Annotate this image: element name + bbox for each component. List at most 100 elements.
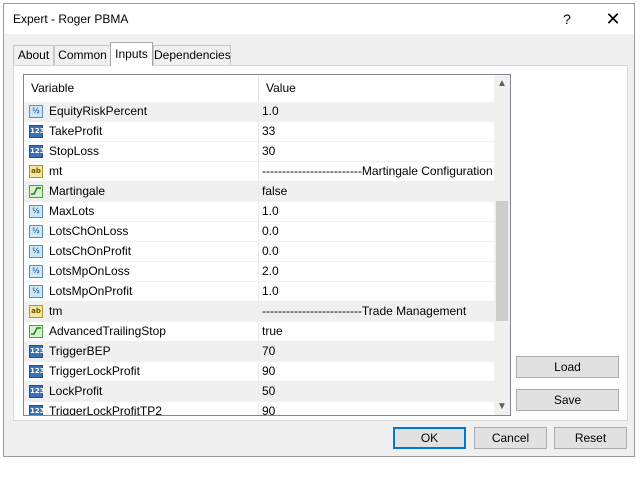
table-row[interactable]: Martingale false xyxy=(24,182,494,202)
variable-name: AdvancedTrailingStop xyxy=(49,324,166,338)
value-cell[interactable]: false xyxy=(259,182,494,201)
inputs-grid: Variable Value ½ EquityRiskPercent 1.0 123 T… xyxy=(23,74,511,416)
variable-cell[interactable]: ab mt xyxy=(24,162,259,181)
variable-cell[interactable]: 123 TriggerBEP xyxy=(24,342,259,361)
value-cell[interactable]: 90 xyxy=(259,362,494,381)
value-cell[interactable]: 1.0 xyxy=(259,202,494,221)
title-bar: Expert - Roger PBMA ? ✕ xyxy=(4,4,634,34)
scroll-up-arrow-icon[interactable]: ▲ xyxy=(494,75,510,92)
double-type-icon: ½ xyxy=(29,265,43,278)
value-cell[interactable]: 1.0 xyxy=(259,282,494,301)
table-row[interactable]: ½ LotsChOnLoss 0.0 xyxy=(24,222,494,242)
variable-cell[interactable]: 123 LockProfit xyxy=(24,382,259,401)
table-row[interactable]: ½ EquityRiskPercent 1.0 xyxy=(24,102,494,122)
vertical-scrollbar[interactable]: ▲ ▼ xyxy=(494,75,510,415)
double-type-icon: ½ xyxy=(29,225,43,238)
window-title: Expert - Roger PBMA xyxy=(13,12,129,26)
variable-name: LotsMpOnProfit xyxy=(49,284,133,298)
close-button[interactable]: ✕ xyxy=(601,9,625,29)
variable-cell[interactable]: ½ LotsMpOnProfit xyxy=(24,282,259,301)
variable-name: LotsMpOnLoss xyxy=(49,264,130,278)
variable-cell[interactable]: ½ EquityRiskPercent xyxy=(24,102,259,121)
tab-about[interactable]: About xyxy=(13,45,54,65)
int-type-icon: 123 xyxy=(29,125,45,138)
grid-header: Variable Value xyxy=(24,75,494,101)
variable-name: TriggerLockProfit xyxy=(49,364,140,378)
table-row[interactable]: ab mt -------------------------Martingale … xyxy=(24,162,494,182)
scroll-down-arrow-icon[interactable]: ▼ xyxy=(494,398,510,415)
variable-name: mt xyxy=(49,164,63,178)
value-cell[interactable]: true xyxy=(259,322,494,341)
variable-name: TakeProfit xyxy=(49,124,103,138)
value-cell[interactable]: 2.0 xyxy=(259,262,494,281)
value-cell[interactable]: 30 xyxy=(259,142,494,161)
scroll-thumb[interactable] xyxy=(496,201,508,321)
string-type-icon: ab xyxy=(29,305,43,318)
cancel-button[interactable]: Cancel xyxy=(474,427,547,449)
table-row[interactable]: 123 StopLoss 30 xyxy=(24,142,494,162)
value-cell[interactable]: 0.0 xyxy=(259,242,494,261)
variable-name: StopLoss xyxy=(49,144,100,158)
int-type-icon: 123 xyxy=(29,345,45,358)
int-type-icon: 123 xyxy=(29,405,45,415)
table-row[interactable]: ab tm -------------------------Trade Manag… xyxy=(24,302,494,322)
string-type-icon: ab xyxy=(29,165,43,178)
tab-dependencies[interactable]: Dependencies xyxy=(153,45,231,65)
variable-name: EquityRiskPercent xyxy=(49,104,148,118)
tab-common[interactable]: Common xyxy=(54,45,111,65)
value-cell[interactable]: 70 xyxy=(259,342,494,361)
table-row[interactable]: ½ MaxLots 1.0 xyxy=(24,202,494,222)
load-button[interactable]: Load xyxy=(516,356,619,378)
int-type-icon: 123 xyxy=(29,385,45,398)
variable-cell[interactable]: 123 TriggerLockProfitTP2 xyxy=(24,402,259,415)
value-cell[interactable]: 90 xyxy=(259,402,494,415)
double-type-icon: ½ xyxy=(29,105,43,118)
variable-cell[interactable]: 123 StopLoss xyxy=(24,142,259,161)
value-cell[interactable]: 1.0 xyxy=(259,102,494,121)
column-header-value[interactable]: Value xyxy=(259,75,494,101)
table-row[interactable]: 123 TriggerLockProfitTP2 90 xyxy=(24,402,494,415)
variable-name: LotsChOnLoss xyxy=(49,224,129,238)
value-cell[interactable]: 0.0 xyxy=(259,222,494,241)
variable-cell[interactable]: AdvancedTrailingStop xyxy=(24,322,259,341)
help-button[interactable]: ? xyxy=(557,9,577,29)
variable-name: LockProfit xyxy=(49,384,103,398)
variable-cell[interactable]: ab tm xyxy=(24,302,259,321)
value-cell[interactable]: -------------------------Martingale Conf… xyxy=(259,162,494,181)
table-row[interactable]: AdvancedTrailingStop true xyxy=(24,322,494,342)
save-button[interactable]: Save xyxy=(516,389,619,411)
table-row[interactable]: 123 TakeProfit 33 xyxy=(24,122,494,142)
value-cell[interactable]: 50 xyxy=(259,382,494,401)
grid-rows: ½ EquityRiskPercent 1.0 123 TakeProfit 33 123 S… xyxy=(24,102,494,415)
variable-cell[interactable]: Martingale xyxy=(24,182,259,201)
int-type-icon: 123 xyxy=(29,145,45,158)
table-row[interactable]: 123 TriggerBEP 70 xyxy=(24,342,494,362)
ok-button[interactable]: OK xyxy=(393,427,466,449)
int-type-icon: 123 xyxy=(29,365,45,378)
value-cell[interactable]: -------------------------Trade Managemen… xyxy=(259,302,494,321)
bool-type-icon xyxy=(29,325,43,338)
variable-cell[interactable]: ½ LotsChOnLoss xyxy=(24,222,259,241)
expert-dialog: Expert - Roger PBMA ? ✕ About Common Inp… xyxy=(3,3,635,457)
variable-name: Martingale xyxy=(49,184,106,198)
bool-type-icon xyxy=(29,185,43,198)
tab-inputs[interactable]: Inputs xyxy=(110,42,153,66)
table-row[interactable]: ½ LotsMpOnLoss 2.0 xyxy=(24,262,494,282)
variable-cell[interactable]: 123 TriggerLockProfit xyxy=(24,362,259,381)
variable-name: MaxLots xyxy=(49,204,95,218)
table-row[interactable]: ½ LotsMpOnProfit 1.0 xyxy=(24,282,494,302)
double-type-icon: ½ xyxy=(29,245,43,258)
variable-cell[interactable]: ½ MaxLots xyxy=(24,202,259,221)
value-cell[interactable]: 33 xyxy=(259,122,494,141)
variable-name: LotsChOnProfit xyxy=(49,244,132,258)
table-row[interactable]: 123 LockProfit 50 xyxy=(24,382,494,402)
reset-button[interactable]: Reset xyxy=(554,427,627,449)
table-row[interactable]: ½ LotsChOnProfit 0.0 xyxy=(24,242,494,262)
variable-cell[interactable]: ½ LotsMpOnLoss xyxy=(24,262,259,281)
variable-cell[interactable]: ½ LotsChOnProfit xyxy=(24,242,259,261)
double-type-icon: ½ xyxy=(29,285,43,298)
table-row[interactable]: 123 TriggerLockProfit 90 xyxy=(24,362,494,382)
variable-cell[interactable]: 123 TakeProfit xyxy=(24,122,259,141)
column-header-variable[interactable]: Variable xyxy=(24,75,259,101)
variable-name: tm xyxy=(49,304,63,318)
